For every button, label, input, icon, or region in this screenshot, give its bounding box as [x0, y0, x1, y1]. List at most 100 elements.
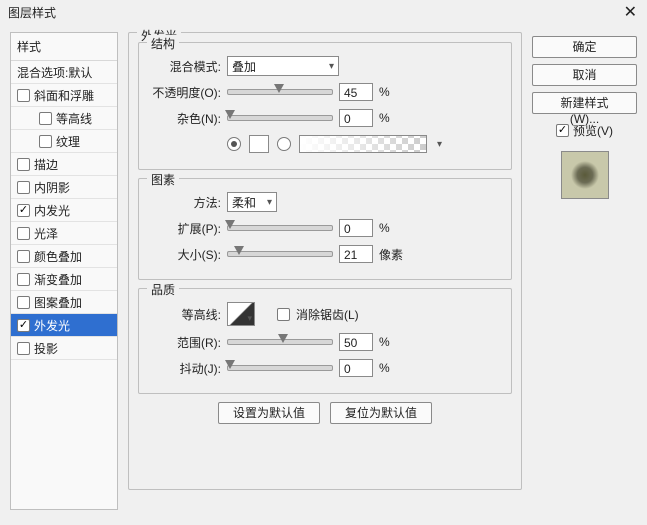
range-input[interactable]: 50	[339, 333, 373, 351]
titlebar: 图层样式 ✕	[0, 0, 647, 26]
noise-unit: %	[379, 111, 390, 125]
item-drop-shadow[interactable]: 投影	[11, 337, 117, 360]
range-label: 范围(R):	[149, 334, 221, 351]
checkbox-satin[interactable]	[17, 227, 30, 240]
item-color-overlay[interactable]: 颜色叠加	[11, 245, 117, 268]
opacity-slider[interactable]	[227, 89, 333, 95]
anti-alias-checkbox[interactable]	[277, 308, 290, 321]
blend-mode-value: 叠加	[232, 58, 256, 75]
settings-panel: 外发光 结构 混合模式: 叠加 ▾ 不透明度(O): 45	[128, 32, 522, 510]
item-satin[interactable]: 光泽	[11, 222, 117, 245]
checkbox-contour-sub[interactable]	[39, 112, 52, 125]
opacity-label: 不透明度(O):	[149, 84, 221, 101]
blending-options-row[interactable]: 混合选项:默认	[11, 61, 117, 84]
checkbox-drop-shadow[interactable]	[17, 342, 30, 355]
color-source-solid-radio[interactable]	[227, 137, 241, 151]
size-unit: 像素	[379, 246, 403, 263]
checkbox-inner-glow[interactable]	[17, 204, 30, 217]
preview-thumbnail	[561, 151, 609, 199]
blend-mode-label: 混合模式:	[149, 58, 221, 75]
chevron-down-icon[interactable]: ▾	[437, 139, 442, 150]
style-panel-heading: 样式	[11, 33, 117, 61]
item-texture-sub[interactable]: 纹理	[11, 130, 117, 153]
item-contour-sub-label: 等高线	[56, 110, 92, 127]
item-outer-glow[interactable]: 外发光	[11, 314, 117, 337]
ok-button[interactable]: 确定	[532, 36, 637, 58]
opacity-input[interactable]: 45	[339, 83, 373, 101]
jitter-label: 抖动(J):	[149, 360, 221, 377]
spread-unit: %	[379, 221, 390, 235]
blend-mode-select[interactable]: 叠加 ▾	[227, 56, 339, 76]
size-label: 大小(S):	[149, 246, 221, 263]
chevron-down-icon: ▾	[267, 197, 272, 208]
checkbox-pattern-overlay[interactable]	[17, 296, 30, 309]
item-pattern-overlay[interactable]: 图案叠加	[11, 291, 117, 314]
anti-alias-label: 消除锯齿(L)	[296, 306, 359, 323]
group-elements-legend: 图素	[147, 171, 179, 188]
action-panel: 确定 取消 新建样式(W)... 预览(V)	[532, 32, 637, 510]
item-color-overlay-label: 颜色叠加	[34, 248, 82, 265]
item-inner-glow-label: 内发光	[34, 202, 70, 219]
new-style-button[interactable]: 新建样式(W)...	[532, 92, 637, 114]
noise-slider[interactable]	[227, 115, 333, 121]
item-bevel[interactable]: 斜面和浮雕	[11, 84, 117, 107]
technique-value: 柔和	[232, 194, 256, 211]
chevron-down-icon: ▾	[329, 61, 334, 72]
opacity-unit: %	[379, 85, 390, 99]
item-stroke-label: 描边	[34, 156, 58, 173]
item-gradient-overlay[interactable]: 渐变叠加	[11, 268, 117, 291]
checkbox-stroke[interactable]	[17, 158, 30, 171]
technique-select[interactable]: 柔和 ▾	[227, 192, 277, 212]
item-stroke[interactable]: 描边	[11, 153, 117, 176]
preview-checkbox[interactable]	[556, 124, 569, 137]
cancel-button[interactable]: 取消	[532, 64, 637, 86]
item-texture-sub-label: 纹理	[56, 133, 80, 150]
chevron-down-icon: ▾	[247, 313, 252, 324]
checkbox-texture-sub[interactable]	[39, 135, 52, 148]
group-quality-legend: 品质	[147, 281, 179, 298]
item-drop-shadow-label: 投影	[34, 340, 58, 357]
group-structure-legend: 结构	[147, 35, 179, 52]
preview-label: 预览(V)	[573, 122, 613, 139]
contour-picker[interactable]: ▾	[227, 302, 255, 326]
reset-default-button[interactable]: 复位为默认值	[330, 402, 432, 424]
color-source-gradient-radio[interactable]	[277, 137, 291, 151]
contour-label: 等高线:	[149, 306, 221, 323]
noise-label: 杂色(N):	[149, 110, 221, 127]
glow-gradient-picker[interactable]	[299, 135, 427, 153]
item-bevel-label: 斜面和浮雕	[34, 87, 94, 104]
jitter-unit: %	[379, 361, 390, 375]
item-gradient-overlay-label: 渐变叠加	[34, 271, 82, 288]
item-pattern-overlay-label: 图案叠加	[34, 294, 82, 311]
make-default-button[interactable]: 设置为默认值	[218, 402, 320, 424]
spread-input[interactable]: 0	[339, 219, 373, 237]
spread-label: 扩展(P):	[149, 220, 221, 237]
group-structure: 结构 混合模式: 叠加 ▾ 不透明度(O): 45 %	[138, 42, 512, 170]
checkbox-inner-shadow[interactable]	[17, 181, 30, 194]
group-elements: 图素 方法: 柔和 ▾ 扩展(P): 0 %	[138, 178, 512, 280]
size-slider[interactable]	[227, 251, 333, 257]
item-satin-label: 光泽	[34, 225, 58, 242]
checkbox-bevel[interactable]	[17, 89, 30, 102]
item-inner-shadow-label: 内阴影	[34, 179, 70, 196]
item-inner-shadow[interactable]: 内阴影	[11, 176, 117, 199]
checkbox-gradient-overlay[interactable]	[17, 273, 30, 286]
jitter-input[interactable]: 0	[339, 359, 373, 377]
technique-label: 方法:	[149, 194, 221, 211]
item-contour-sub[interactable]: 等高线	[11, 107, 117, 130]
group-quality: 品质 等高线: ▾ 消除锯齿(L) 范围(R): 50	[138, 288, 512, 394]
range-slider[interactable]	[227, 339, 333, 345]
dialog-window: 图层样式 ✕ 样式 混合选项:默认 斜面和浮雕 等高线 纹理 描边	[0, 0, 647, 525]
checkbox-outer-glow[interactable]	[17, 319, 30, 332]
close-icon[interactable]: ✕	[624, 2, 637, 22]
item-inner-glow[interactable]: 内发光	[11, 199, 117, 222]
spread-slider[interactable]	[227, 225, 333, 231]
size-input[interactable]: 21	[339, 245, 373, 263]
noise-input[interactable]: 0	[339, 109, 373, 127]
checkbox-color-overlay[interactable]	[17, 250, 30, 263]
glow-color-swatch[interactable]	[249, 135, 269, 153]
item-outer-glow-label: 外发光	[34, 317, 70, 334]
jitter-slider[interactable]	[227, 365, 333, 371]
blending-options-label: 混合选项:默认	[17, 64, 92, 81]
range-unit: %	[379, 335, 390, 349]
